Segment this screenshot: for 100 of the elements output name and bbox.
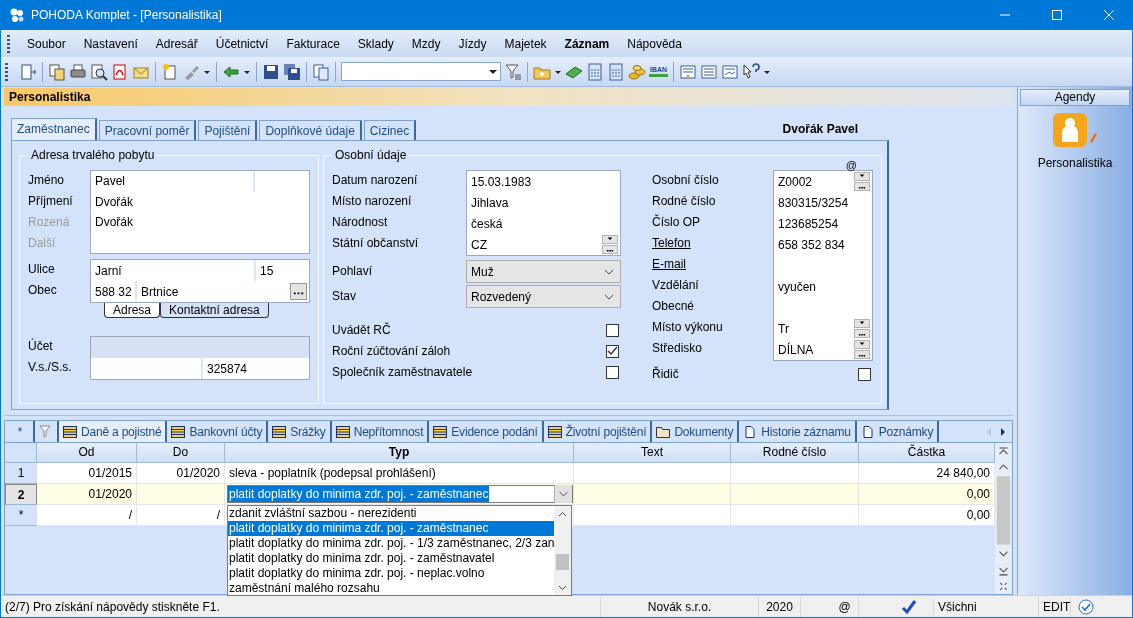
field-link[interactable]: Telefon	[652, 233, 691, 254]
field-link[interactable]: E-mail	[652, 254, 686, 275]
field-label: Středisko	[652, 340, 703, 357]
menu-item[interactable]: Nápověda	[618, 36, 691, 51]
checkbox[interactable]	[606, 324, 619, 337]
calculator-icon[interactable]	[586, 62, 604, 81]
column-header[interactable]: Typ	[225, 443, 574, 463]
menu-item[interactable]: Mzdy	[402, 36, 450, 51]
form-icon[interactable]	[679, 62, 698, 81]
table-cell: sleva - poplatník (podepsal prohlášení)	[225, 463, 574, 484]
field-label: Místo narození	[332, 193, 412, 210]
table-cell: 01/2020	[37, 484, 137, 505]
table-cell: 24 840,00	[859, 463, 995, 484]
tab[interactable]: Zaměstnanec	[11, 118, 97, 140]
help-pointer-icon[interactable]	[742, 62, 761, 81]
field-value: Dvořák	[94, 215, 134, 230]
sidebar-item[interactable]: Personalistika	[1037, 156, 1113, 170]
copy-pages-icon[interactable]	[312, 62, 330, 81]
dropdown-button[interactable]	[602, 235, 618, 244]
menu-item[interactable]: Majetek	[495, 36, 556, 51]
menu-item[interactable]: Sklady	[348, 36, 403, 51]
tab[interactable]: Pojištění	[198, 120, 258, 140]
field-value: Z0002	[777, 174, 814, 189]
status-mode: EDIT	[1039, 596, 1071, 617]
checkbox[interactable]	[606, 345, 619, 358]
checkbox-label: Roční zúčtování záloh	[332, 343, 451, 360]
new-page-icon[interactable]	[161, 62, 179, 81]
column-header[interactable]: Text	[574, 443, 731, 463]
status-year: 2020	[759, 596, 801, 617]
browse-button[interactable]	[854, 350, 870, 359]
row-header[interactable]: 2	[5, 484, 37, 505]
checkbox[interactable]	[606, 366, 619, 379]
menu-item[interactable]: Nastavení	[74, 36, 147, 51]
address-tab[interactable]: Kontaktní adresa	[160, 303, 269, 318]
table-cell: 0,00	[859, 484, 995, 505]
field-label: Státní občanství	[332, 235, 419, 252]
scroll-right-icon[interactable]	[1000, 426, 1006, 437]
magnifier-page-icon[interactable]	[90, 62, 108, 81]
dropdown-button[interactable]	[854, 319, 870, 328]
menu-item[interactable]: Záznam	[555, 36, 619, 51]
form-icon[interactable]	[700, 62, 719, 81]
dropdown-option[interactable]: zaměstnání malého rozsahu	[228, 581, 554, 595]
floppies-icon[interactable]	[283, 62, 301, 81]
menu-item[interactable]: Jízdy	[449, 36, 496, 51]
type-dropdown[interactable]: platit doplatky do minima zdr. poj. - zaměstnanec	[227, 485, 573, 503]
checkbox[interactable]	[858, 368, 871, 381]
agenda-header: Personalistika	[4, 88, 1013, 106]
document-icon	[860, 425, 875, 438]
dropdown-option[interactable]: platit doplatky do minima zdr. poj. - zaměstnavatel	[228, 551, 554, 566]
address-fields[interactable]: Jarní 15 588 32 Brtnice	[90, 259, 310, 303]
column-header[interactable]: Od	[37, 443, 137, 463]
dropdown-option[interactable]: platit doplatky do minima zdr. poj. - zaměstnanec	[228, 521, 554, 536]
browse-button[interactable]	[854, 182, 870, 191]
printer-icon[interactable]	[69, 62, 87, 81]
copy-icon[interactable]	[48, 62, 66, 81]
browse-button[interactable]	[602, 245, 618, 254]
dropdown-option[interactable]: zdanit zvláštní sazbou - nerezidenti	[228, 506, 554, 521]
field-label: Osobní číslo	[652, 172, 719, 189]
tab[interactable]: Doplňkové údaje	[259, 120, 362, 140]
field-value: 830315/3254	[777, 195, 850, 210]
coins-icon[interactable]	[628, 62, 646, 81]
tab[interactable]: Daně a pojistné	[59, 421, 168, 442]
dropdown-option[interactable]: platit doplatky do minima zdr. poj. - 1/3 zaměstnanec, 2/3 zan	[228, 536, 554, 551]
select-field[interactable]: Muž	[466, 260, 621, 283]
column-header[interactable]: Částka	[859, 443, 995, 463]
dropdown-option[interactable]: platit doplatky do minima zdr. poj. - neplac.volno	[228, 566, 554, 581]
scrollbar[interactable]	[554, 506, 571, 595]
select-field[interactable]: Rozvedený	[466, 285, 621, 308]
pdf-icon[interactable]	[111, 62, 129, 81]
filter-icon[interactable]	[504, 62, 522, 81]
form-icon[interactable]	[721, 62, 740, 81]
tab[interactable]: Pracovní poměr	[98, 120, 197, 140]
toolbar-combo-field[interactable]	[341, 62, 501, 81]
dropdown-button[interactable]	[854, 172, 870, 181]
table-icon	[272, 425, 287, 438]
menu-item[interactable]: Adresář	[146, 36, 207, 51]
menu-item[interactable]: Účetnictví	[206, 36, 278, 51]
menu-item[interactable]: Soubor	[18, 36, 75, 51]
field-label: Vzdělání	[652, 277, 699, 294]
personal-fields[interactable]: 15.03.1983 Jihlava česká CZ	[466, 170, 621, 256]
dropdown-button[interactable]	[854, 340, 870, 349]
door-icon[interactable]	[19, 62, 37, 81]
scrollbar[interactable]	[995, 443, 1012, 594]
field-value: 15.03.1983	[470, 174, 533, 189]
column-header[interactable]: Do	[137, 443, 225, 463]
field-value: vyučen	[777, 279, 818, 294]
account-fields[interactable]: 325874	[90, 336, 310, 380]
chevron-down-icon	[604, 293, 614, 300]
field-value: DÍLNA	[777, 342, 815, 357]
id-fields[interactable]: Z0002 830315/3254 123685254 658 352 834 vyučen Tr DÍLNA	[773, 170, 873, 361]
tab[interactable]: Cizinec	[363, 120, 417, 140]
browse-button[interactable]	[854, 329, 870, 338]
menu-item[interactable]: Fakturace	[277, 36, 349, 51]
column-header[interactable]: Rodné číslo	[731, 443, 859, 463]
filter-icon	[39, 424, 53, 439]
chevron-down-icon[interactable]	[554, 485, 572, 503]
address-tab[interactable]: Adresa	[104, 303, 161, 318]
floppy-icon[interactable]	[262, 62, 280, 81]
employee-name: Dvořák Pavel	[782, 122, 858, 136]
calculator-icon[interactable]	[607, 62, 625, 81]
